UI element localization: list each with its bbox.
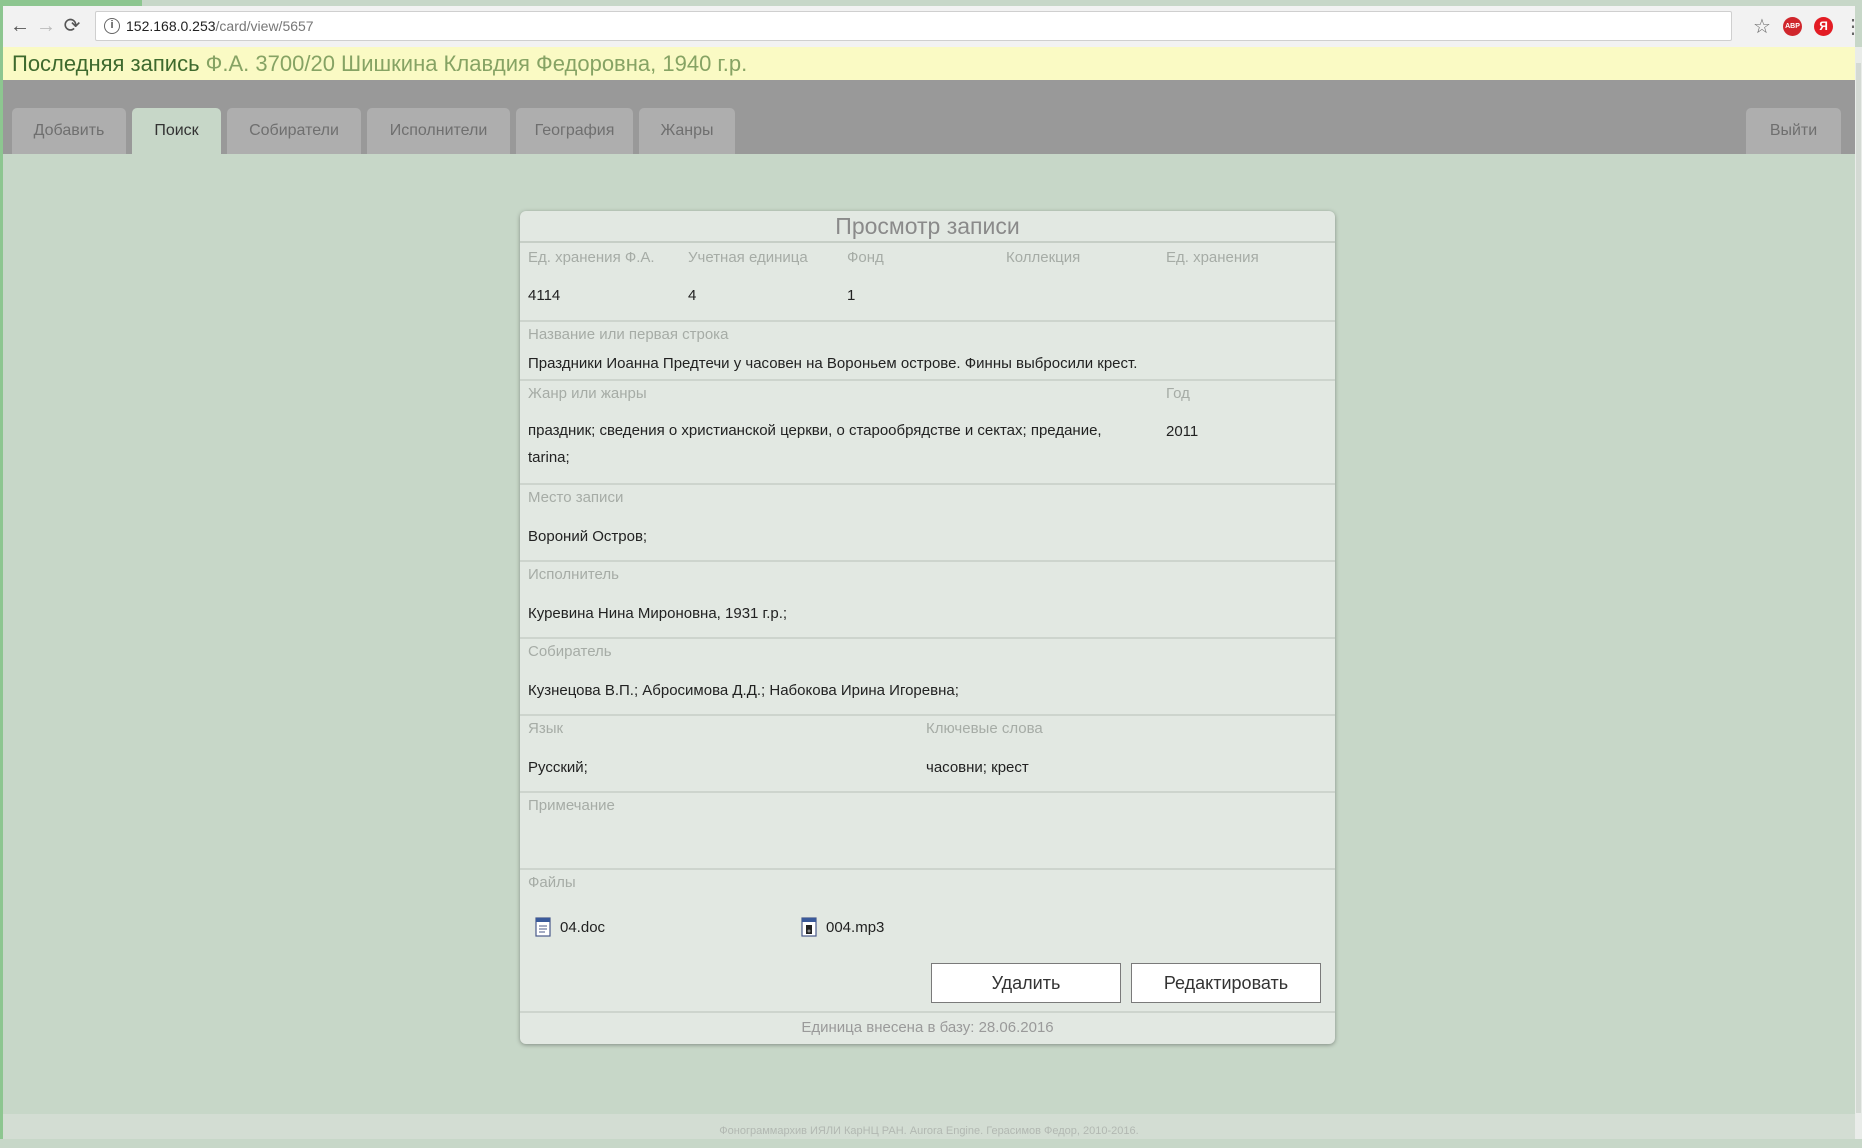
storage-unit-fa-value: 4114 bbox=[528, 287, 561, 304]
language-value: Русский; bbox=[528, 759, 588, 776]
tab-add[interactable]: Добавить bbox=[12, 108, 126, 154]
storage-unit-label: Ед. хранения bbox=[1166, 249, 1259, 266]
title-label: Название или первая строка bbox=[528, 326, 729, 343]
divider bbox=[520, 483, 1335, 485]
files-label: Файлы bbox=[528, 874, 576, 891]
presentation-frame-left bbox=[0, 0, 3, 1139]
url-path: /card/view/5657 bbox=[215, 18, 314, 34]
tab-performers[interactable]: Исполнители bbox=[367, 108, 510, 154]
card-footer-date: Единица внесена в базу: 28.06.2016 bbox=[801, 1019, 1054, 1036]
record-card: Просмотр записи Ед. хранения Ф.А. Учетна… bbox=[520, 211, 1335, 1044]
info-icon[interactable]: i bbox=[104, 18, 120, 34]
divider bbox=[520, 1011, 1335, 1013]
divider bbox=[520, 320, 1335, 322]
year-value: 2011 bbox=[1166, 423, 1199, 440]
tab-search[interactable]: Поиск bbox=[132, 108, 221, 154]
adblock-extension-icon[interactable]: ABP bbox=[1783, 17, 1802, 36]
keywords-value: часовни; крест bbox=[926, 759, 1029, 776]
yandex-extension-icon[interactable]: Я bbox=[1814, 17, 1833, 36]
divider bbox=[520, 379, 1335, 381]
tab-geography[interactable]: География bbox=[516, 108, 633, 154]
divider bbox=[520, 560, 1335, 562]
browser-menu-icon[interactable]: ⋮ bbox=[1843, 14, 1862, 39]
accounting-unit-value: 4 bbox=[688, 287, 697, 304]
divider bbox=[520, 637, 1335, 639]
scrollbar-thumb[interactable] bbox=[1856, 63, 1861, 1113]
logout-button[interactable]: Выйти bbox=[1746, 108, 1841, 154]
keywords-label: Ключевые слова bbox=[926, 720, 1043, 737]
language-label: Язык bbox=[528, 720, 564, 737]
file-link-doc[interactable]: 04.doc bbox=[560, 919, 605, 936]
place-value: Вороний Остров; bbox=[528, 528, 648, 545]
url-text: 152.168.0.253/card/view/5657 bbox=[126, 18, 314, 34]
browser-toolbar: ← → ⟳ i 152.168.0.253/card/view/5657 ☆ A… bbox=[3, 6, 1862, 48]
bookmark-star-icon[interactable]: ☆ bbox=[1753, 14, 1771, 39]
collector-value: Кузнецова В.П.; Абросимова Д.Д.; Набоков… bbox=[528, 682, 959, 699]
fund-value: 1 bbox=[847, 287, 856, 304]
tab-collectors[interactable]: Собиратели bbox=[227, 108, 361, 154]
address-bar[interactable]: i 152.168.0.253/card/view/5657 bbox=[95, 11, 1732, 41]
genre-value: праздник; сведения о христианской церкви… bbox=[528, 422, 1102, 466]
divider bbox=[520, 868, 1335, 870]
place-label: Место записи bbox=[528, 489, 624, 506]
reload-icon[interactable]: ⟳ bbox=[61, 14, 83, 38]
title-value: Праздники Иоанна Предтечи у часовен на В… bbox=[528, 355, 1138, 372]
storage-unit-fa-label: Ед. хранения Ф.А. bbox=[528, 249, 655, 266]
back-icon[interactable]: ← bbox=[9, 14, 31, 38]
forward-icon[interactable]: → bbox=[35, 14, 57, 38]
tab-bar: Добавить Поиск Собиратели Исполнители Ге… bbox=[3, 80, 1855, 154]
year-label: Год bbox=[1166, 385, 1190, 402]
delete-button[interactable]: Удалить bbox=[931, 963, 1121, 1003]
genre-label: Жанр или жанры bbox=[528, 385, 647, 402]
fund-label: Фонд bbox=[847, 249, 884, 266]
scrollbar[interactable] bbox=[1855, 47, 1862, 1139]
accounting-unit-label: Учетная единица bbox=[688, 249, 808, 266]
last-record-banner: Последняя запись Ф.А. 3700/20 Шишкина Кл… bbox=[3, 47, 1855, 80]
divider bbox=[520, 714, 1335, 716]
file-link-mp3[interactable]: 004.mp3 bbox=[826, 919, 884, 936]
url-host: 152.168.0.253 bbox=[126, 18, 216, 34]
collection-label: Коллекция bbox=[1006, 249, 1081, 266]
page-footer: Фонограммархив ИЯЛИ КарНЦ РАН. Aurora En… bbox=[3, 1114, 1855, 1139]
card-title: Просмотр записи bbox=[520, 211, 1335, 243]
performer-value: Куревина Нина Мироновна, 1931 г.р.; bbox=[528, 605, 788, 622]
audio-file-icon[interactable] bbox=[801, 917, 817, 937]
collector-label: Собиратель bbox=[528, 643, 612, 660]
note-label: Примечание bbox=[528, 797, 615, 814]
last-record-label: Последняя запись bbox=[12, 51, 200, 76]
performer-label: Исполнитель bbox=[528, 566, 619, 583]
edit-button[interactable]: Редактировать bbox=[1131, 963, 1321, 1003]
divider bbox=[520, 791, 1335, 793]
last-record-link[interactable]: Ф.А. 3700/20 Шишкина Клавдия Федоровна, … bbox=[200, 51, 748, 76]
doc-file-icon[interactable] bbox=[535, 917, 551, 937]
tab-genres[interactable]: Жанры bbox=[639, 108, 735, 154]
